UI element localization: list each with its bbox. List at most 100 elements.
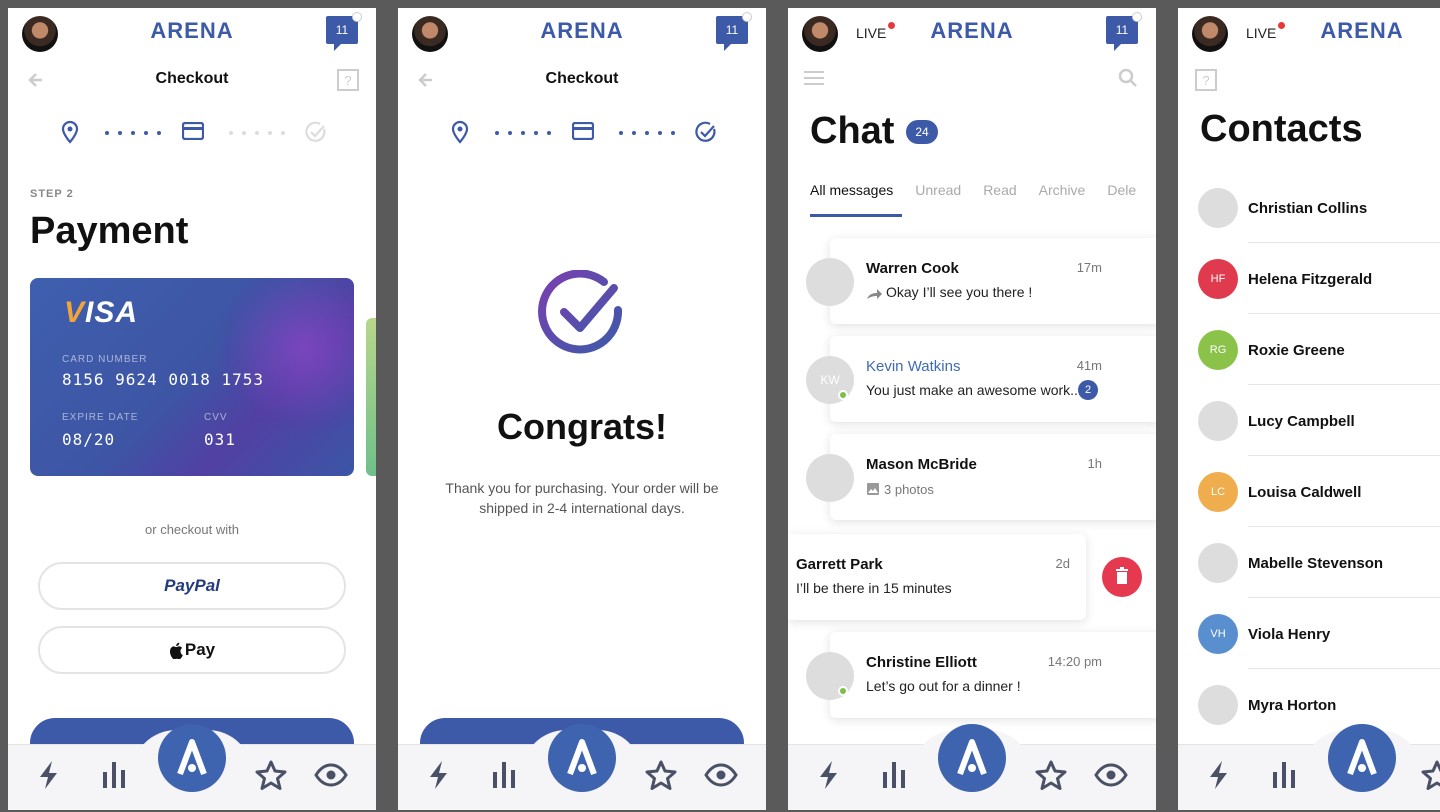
contact-name: Louisa Caldwell bbox=[1248, 484, 1362, 501]
notifications-badge[interactable]: 11 bbox=[716, 12, 752, 51]
expire-label: EXPIRE DATE bbox=[62, 412, 139, 423]
cvv-value: 031 bbox=[204, 430, 236, 449]
card-icon bbox=[182, 122, 204, 140]
message-preview: Let’s go out for a dinner ! bbox=[866, 678, 1021, 694]
message-time: 14:20 pm bbox=[1047, 654, 1102, 669]
stats-icon[interactable] bbox=[878, 758, 912, 792]
message-time: 17m bbox=[1076, 260, 1102, 275]
notifications-count: 11 bbox=[725, 23, 739, 37]
card-icon bbox=[572, 122, 594, 140]
card-number: 8156 9624 0018 1753 bbox=[62, 370, 265, 389]
notif-dot bbox=[742, 12, 752, 22]
contact-item[interactable]: VH Viola Henry bbox=[1178, 614, 1440, 685]
checkout-steps bbox=[8, 120, 376, 150]
top-bar: LIVE ARENA 11 bbox=[788, 8, 1156, 58]
notifications-badge[interactable]: 11 bbox=[326, 12, 362, 51]
flash-icon[interactable] bbox=[1202, 758, 1236, 792]
stats-icon[interactable] bbox=[98, 758, 132, 792]
contact-item[interactable]: Christian Collins bbox=[1178, 188, 1440, 259]
flash-icon[interactable] bbox=[32, 758, 66, 792]
bottom-tabbar bbox=[788, 724, 1156, 810]
menu-icon[interactable] bbox=[804, 70, 826, 86]
credit-card[interactable]: VISA CARD NUMBER 8156 9624 0018 1753 EXP… bbox=[30, 278, 354, 476]
paypal-button[interactable]: PayPal bbox=[38, 562, 346, 610]
arena-a-icon bbox=[1347, 739, 1377, 776]
svg-text:?: ? bbox=[1202, 73, 1209, 88]
tab-all-messages[interactable]: All messages bbox=[810, 182, 893, 198]
step-label: STEP 2 bbox=[30, 188, 74, 200]
svg-text:ARENA: ARENA bbox=[150, 18, 233, 43]
photo-icon bbox=[867, 483, 879, 495]
user-avatar[interactable] bbox=[802, 16, 838, 52]
star-icon[interactable] bbox=[644, 758, 678, 792]
arena-a-icon bbox=[177, 739, 207, 776]
message-item[interactable]: Mason McBride 1h 3 photos bbox=[806, 434, 1156, 520]
contacts-screen: LIVE ARENA ? Contacts Christian Collins … bbox=[1178, 8, 1440, 810]
divider bbox=[1248, 668, 1440, 669]
next-card-peek[interactable] bbox=[366, 318, 376, 476]
tab-delete[interactable]: Dele bbox=[1107, 182, 1136, 198]
congrats-screen: ARENA 11 Checkout Congrats! Thank you fo… bbox=[398, 8, 766, 810]
stats-icon[interactable] bbox=[488, 758, 522, 792]
home-tab-button[interactable] bbox=[1328, 724, 1396, 792]
expire-date: 08/20 bbox=[62, 430, 116, 449]
contact-avatar bbox=[1198, 401, 1238, 441]
contact-item[interactable]: LC Louisa Caldwell bbox=[1178, 472, 1440, 543]
svg-text:ARENA: ARENA bbox=[1320, 18, 1403, 43]
flash-icon[interactable] bbox=[812, 758, 846, 792]
stats-icon[interactable] bbox=[1268, 758, 1302, 792]
star-icon[interactable] bbox=[254, 758, 288, 792]
tab-unread[interactable]: Unread bbox=[915, 182, 961, 198]
live-label[interactable]: LIVE bbox=[856, 25, 886, 41]
contact-name: Helena Fitzgerald bbox=[1248, 271, 1373, 288]
contact-name: Christian Collins bbox=[1248, 200, 1368, 217]
message-item[interactable]: Warren Cook 17m Okay I’ll see you there … bbox=[806, 238, 1156, 324]
contact-item[interactable]: HF Helena Fitzgerald bbox=[1178, 259, 1440, 330]
contact-avatar bbox=[806, 454, 854, 502]
help-icon[interactable]: ? bbox=[1194, 68, 1218, 92]
message-item-swiped[interactable]: Garrett Park 2d I’ll be there in 15 minu… bbox=[788, 534, 1086, 620]
user-avatar[interactable] bbox=[412, 16, 448, 52]
eye-icon[interactable] bbox=[704, 758, 738, 792]
chat-screen: LIVE ARENA 11 Chat 24 All messages Unread… bbox=[788, 8, 1156, 810]
help-icon[interactable]: ? bbox=[336, 68, 360, 92]
notifications-badge[interactable]: 11 bbox=[1106, 12, 1142, 51]
tab-read[interactable]: Read bbox=[983, 182, 1016, 198]
apple-pay-button[interactable]: Pay bbox=[38, 626, 346, 674]
home-tab-button[interactable] bbox=[938, 724, 1006, 792]
live-label[interactable]: LIVE bbox=[1246, 25, 1276, 41]
contact-avatar bbox=[1198, 685, 1238, 725]
location-icon bbox=[451, 120, 469, 144]
message-sender: Garrett Park bbox=[796, 556, 883, 573]
flash-icon[interactable] bbox=[422, 758, 456, 792]
notifications-count: 11 bbox=[335, 23, 349, 37]
home-tab-button[interactable] bbox=[548, 724, 616, 792]
arena-logo: ARENA bbox=[150, 18, 233, 43]
home-tab-button[interactable] bbox=[158, 724, 226, 792]
eye-icon[interactable] bbox=[314, 758, 348, 792]
message-item[interactable]: Christine Elliott 14:20 pm Let’s go out … bbox=[806, 632, 1156, 718]
delete-button[interactable] bbox=[1102, 557, 1142, 597]
tab-archive[interactable]: Archive bbox=[1039, 182, 1086, 198]
search-icon[interactable] bbox=[1118, 68, 1138, 88]
star-icon[interactable] bbox=[1034, 758, 1068, 792]
bottom-tabbar bbox=[8, 724, 376, 810]
message-preview: Okay I’ll see you there ! bbox=[886, 284, 1033, 300]
bottom-tabbar bbox=[1178, 724, 1440, 810]
visa-rest: ISA bbox=[85, 296, 139, 329]
contact-item[interactable]: Mabelle Stevenson bbox=[1178, 543, 1440, 614]
contact-name: Viola Henry bbox=[1248, 626, 1331, 643]
eye-icon[interactable] bbox=[1094, 758, 1128, 792]
message-item[interactable]: KW Kevin Watkins 41m You just make an aw… bbox=[806, 336, 1156, 422]
check-circle-icon bbox=[305, 121, 326, 142]
divider bbox=[1248, 384, 1440, 385]
contact-item[interactable]: RG Roxie Greene bbox=[1178, 330, 1440, 401]
contact-item[interactable]: Lucy Campbell bbox=[1178, 401, 1440, 472]
trash-icon bbox=[1116, 567, 1128, 584]
star-icon[interactable] bbox=[1420, 758, 1440, 792]
bottom-tabbar bbox=[398, 724, 766, 810]
user-avatar[interactable] bbox=[1192, 16, 1228, 52]
user-avatar[interactable] bbox=[22, 16, 58, 52]
success-check-icon bbox=[538, 270, 623, 354]
apple-icon bbox=[169, 642, 183, 659]
